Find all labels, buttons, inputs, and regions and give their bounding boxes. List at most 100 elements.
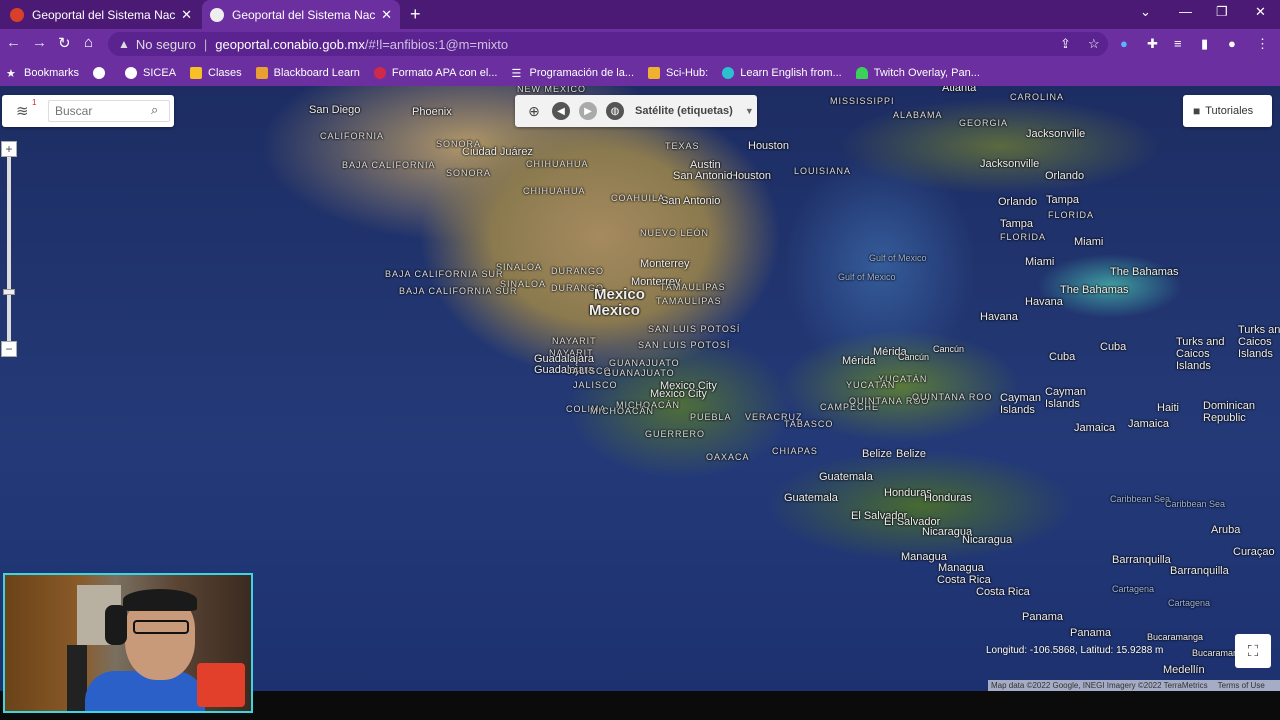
forward-icon[interactable]: → xyxy=(32,34,47,51)
search-icon[interactable]: ⌕ xyxy=(151,102,158,118)
home-icon[interactable]: ⌂ xyxy=(84,34,93,51)
blackboard-icon xyxy=(255,66,268,79)
minimize-icon[interactable]: — xyxy=(1179,4,1192,19)
share-icon[interactable]: ⇪ xyxy=(1060,36,1071,52)
twitch-icon xyxy=(855,66,868,79)
url-field[interactable]: ▲ No seguro | geoportal.conabio.gob.mx /… xyxy=(108,32,1108,56)
close-icon[interactable]: ✕ xyxy=(381,7,392,23)
bookmark-learn-english[interactable]: Learn English from... xyxy=(722,66,842,79)
zoom-control: + − xyxy=(1,141,17,359)
map-label: BAJA CALIFORNIA SUR xyxy=(399,286,518,296)
chevron-down-icon[interactable]: ⌄ xyxy=(1140,4,1151,20)
map-label: Curaçao xyxy=(1233,546,1275,558)
map-label: DURANGO xyxy=(551,266,605,276)
map-label: Tampa xyxy=(1046,194,1080,206)
apa-icon xyxy=(373,66,386,79)
zoom-slider-thumb[interactable] xyxy=(3,289,15,295)
red-speaker xyxy=(197,663,245,707)
tab-title: Geoportal del Sistema Nacional d xyxy=(32,7,176,22)
reload-icon[interactable]: ↻ xyxy=(58,34,71,52)
tutoriales-button[interactable]: ■ Tutoriales xyxy=(1183,95,1272,127)
basemap-select[interactable]: Satélite (etiquetas) xyxy=(635,105,733,117)
tab-geoportal-1[interactable]: Geoportal del Sistema Nacional d ✕ xyxy=(2,0,200,29)
map-label: Guatemala xyxy=(819,471,873,483)
webcam-overlay xyxy=(3,573,253,713)
map-label: TEXAS xyxy=(665,141,700,151)
map-label: Miami xyxy=(1025,256,1055,268)
person-hair xyxy=(123,589,197,611)
map-label: Cayman Islands xyxy=(1045,386,1086,410)
bookmark-globe[interactable] xyxy=(93,66,111,79)
map-label: Jamaica xyxy=(1074,422,1115,434)
globe-icon[interactable]: ◍ xyxy=(606,102,624,120)
zoom-out-button[interactable]: − xyxy=(1,341,17,357)
map-toolbar: ⊕ ◀ ▶ ◍ Satélite (etiquetas) ▼ xyxy=(515,95,757,127)
map-label: Aruba xyxy=(1211,524,1241,536)
map-label: Turks and Caicos Islands xyxy=(1238,324,1280,360)
back-arrow-icon[interactable]: ◀ xyxy=(552,102,570,120)
headset-icon xyxy=(105,605,127,645)
window-close-icon[interactable]: ✕ xyxy=(1255,4,1266,20)
zoom-slider-track[interactable] xyxy=(7,157,11,341)
map-label: TABASCO xyxy=(784,419,834,429)
url-host: geoportal.conabio.gob.mx xyxy=(215,36,365,52)
close-icon[interactable]: ✕ xyxy=(181,7,192,23)
bookmark-twitch-overlay[interactable]: Twitch Overlay, Pan... xyxy=(855,66,980,79)
map-label: Bucaramanga xyxy=(1147,632,1204,642)
new-tab-icon[interactable]: + xyxy=(410,4,421,25)
terms-link[interactable]: Terms of Use xyxy=(1218,681,1265,690)
bookmark-sicea[interactable]: SICEA xyxy=(125,66,176,79)
map-label: OAXACA xyxy=(706,452,750,462)
map-label: Jacksonville xyxy=(1026,128,1086,140)
bookmark-scihub[interactable]: Sci-Hub: xyxy=(648,66,708,79)
bookmark-bookmarks[interactable]: ★ Bookmarks xyxy=(6,67,79,80)
bookmark-star-icon[interactable]: ☆ xyxy=(1088,36,1100,52)
layers-icon[interactable]: ≋ xyxy=(16,102,29,120)
map-label: San Antonio xyxy=(661,195,721,207)
zoom-search-icon[interactable]: ⊕ xyxy=(525,102,543,120)
map-label: Haiti xyxy=(1157,402,1180,414)
sidepanel-icon[interactable]: ▮ xyxy=(1201,36,1208,52)
map-label: CHIHUAHUA xyxy=(526,159,589,169)
map-label: Managua xyxy=(938,562,984,574)
chevron-down-icon[interactable]: ▼ xyxy=(745,106,754,116)
back-icon[interactable]: ← xyxy=(6,34,21,51)
map-label: FLORIDA xyxy=(1048,210,1095,220)
map-label: The Bahamas xyxy=(1060,284,1129,296)
profile-avatar-icon[interactable]: ● xyxy=(1228,36,1236,51)
zoom-in-button[interactable]: + xyxy=(1,141,17,157)
puzzle-icon[interactable]: ✚ xyxy=(1147,36,1158,52)
maximize-icon[interactable]: ❐ xyxy=(1216,4,1228,20)
map-label: Havana xyxy=(1025,296,1063,308)
map-label: Nicaragua xyxy=(962,534,1013,546)
map-label: CALIFORNIA xyxy=(320,131,385,141)
bookmark-blackboard[interactable]: Blackboard Learn xyxy=(255,66,360,79)
map-type-button[interactable]: ⛶ xyxy=(1235,634,1271,668)
map-icon: ⛶ xyxy=(1247,642,1259,660)
bookmark-programacion[interactable]: ☰ Programación de la... xyxy=(511,67,634,80)
map-label: GUANAJUATO xyxy=(609,358,680,368)
chair xyxy=(67,645,87,711)
globe-icon xyxy=(125,66,138,79)
map-label: Guatemala xyxy=(784,492,838,504)
map-label: Caribbean Sea xyxy=(1110,494,1171,504)
extension-icon[interactable]: ● xyxy=(1120,36,1128,51)
map-attribution: Map data ©2022 Google, INEGI Imagery ©20… xyxy=(988,680,1280,691)
media-icon[interactable]: ≡ xyxy=(1174,36,1182,51)
menu-icon[interactable]: ⋮ xyxy=(1256,36,1269,52)
map-label: Costa Rica xyxy=(937,574,991,586)
tab-geoportal-2[interactable]: Geoportal del Sistema Nacional d ✕ xyxy=(202,0,400,29)
english-icon xyxy=(722,66,735,79)
map-label: CHIHUAHUA xyxy=(523,186,586,196)
bookmark-apa[interactable]: Formato APA con el... xyxy=(373,66,497,79)
map-label: Tampa xyxy=(1000,218,1034,230)
map-label: Atlanta xyxy=(942,86,977,94)
map-label: Caribbean Sea xyxy=(1165,499,1226,509)
bookmark-clases[interactable]: Clases xyxy=(190,66,242,79)
map-label: Mexico City xyxy=(650,388,707,400)
globe-icon xyxy=(210,7,224,22)
map-label: Mérida xyxy=(842,355,876,367)
map-label: Barranquilla xyxy=(1170,565,1229,577)
forward-arrow-icon[interactable]: ▶ xyxy=(579,102,597,120)
map-label: Belize xyxy=(896,448,926,460)
